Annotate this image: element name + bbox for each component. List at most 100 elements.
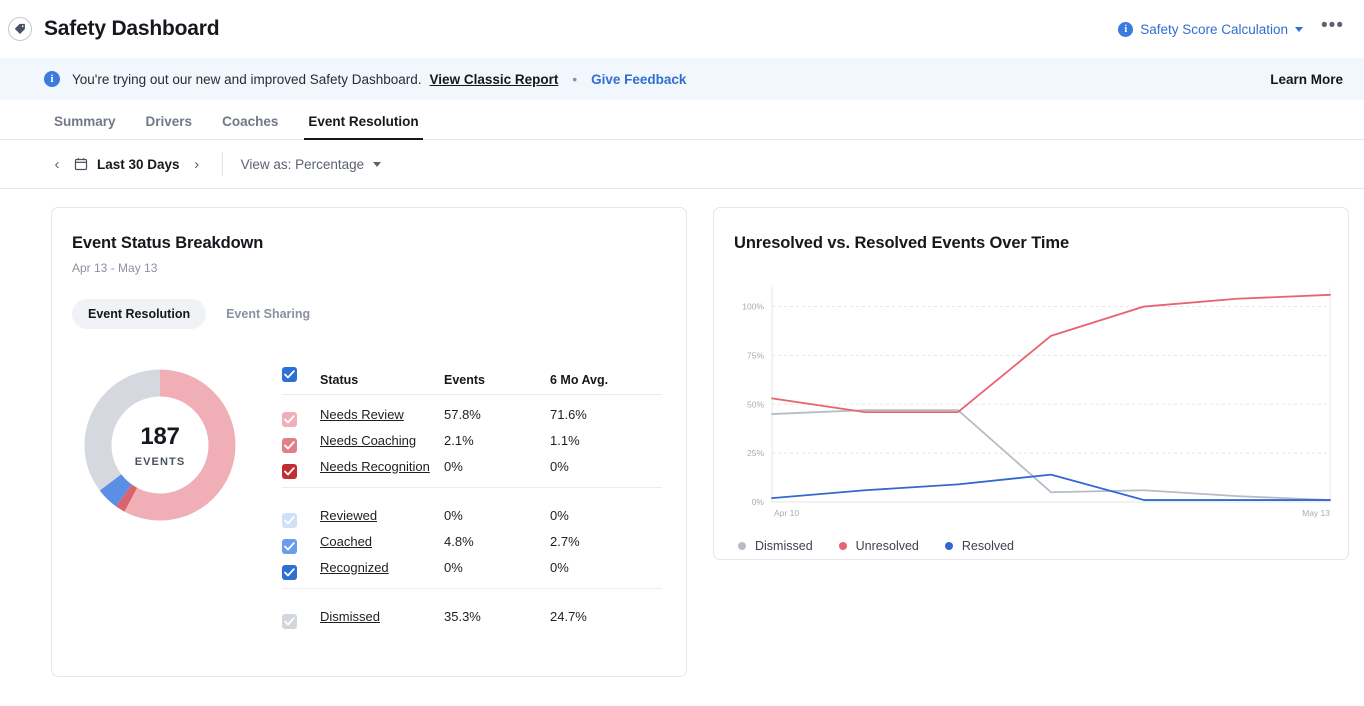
status-group-completed: Reviewed 0% 0% Coached 4.8% 2.7% <box>282 496 662 589</box>
view-classic-report-link[interactable]: View Classic Report <box>430 72 559 87</box>
tab-drivers[interactable]: Drivers <box>144 114 195 139</box>
legend-item-unresolved[interactable]: Unresolved <box>839 539 919 553</box>
row-status-cell: Needs Recognition <box>320 459 444 474</box>
column-status: Status <box>320 373 444 387</box>
row-avg-recognized: 0% <box>550 560 569 575</box>
announcement-banner: i You're trying out our new and improved… <box>0 58 1364 100</box>
row-checkbox-coached[interactable] <box>282 539 297 554</box>
app-header: Safety Dashboard i Safety Score Calculat… <box>0 0 1364 58</box>
row-avg-reviewed: 0% <box>550 508 569 523</box>
safety-score-label: Safety Score Calculation <box>1140 22 1288 37</box>
row-status-cell: Dismissed <box>320 609 444 624</box>
status-group-needs: Needs Review 57.8% 71.6% Needs Coaching … <box>282 395 662 488</box>
tab-event-resolution[interactable]: Event Resolution <box>306 114 420 139</box>
status-link-needs-coaching[interactable]: Needs Coaching <box>320 433 416 448</box>
card-date-subtitle: Apr 13 - May 13 <box>72 261 662 275</box>
info-icon: i <box>44 71 60 87</box>
row-checkbox-needs-recognition[interactable] <box>282 464 297 479</box>
tab-coaches[interactable]: Coaches <box>220 114 280 139</box>
segment-event-sharing[interactable]: Event Sharing <box>210 299 326 329</box>
line-chart-svg: 0%25%50%75%100%Apr 10May 13 <box>734 275 1350 520</box>
tab-summary[interactable]: Summary <box>52 114 118 139</box>
row-avg-needs-coaching: 1.1% <box>550 433 580 448</box>
row-checkbox-needs-review[interactable] <box>282 412 297 427</box>
table-row: Needs Coaching 2.1% 1.1% <box>282 427 662 453</box>
row-events-dismissed: 35.3% <box>444 609 550 624</box>
info-icon: i <box>1118 22 1133 37</box>
row-checkbox-cell <box>282 401 320 427</box>
card-title: Event Status Breakdown <box>72 234 662 253</box>
status-link-dismissed[interactable]: Dismissed <box>320 609 380 624</box>
segment-event-resolution[interactable]: Event Resolution <box>72 299 206 329</box>
learn-more-button[interactable]: Learn More <box>1270 72 1343 87</box>
legend-label-dismissed: Dismissed <box>755 539 813 553</box>
row-checkbox-reviewed[interactable] <box>282 513 297 528</box>
toolbar-divider <box>222 152 223 176</box>
row-status-cell: Needs Review <box>320 407 444 422</box>
table-row: Dismissed 35.3% 24.7% <box>282 603 662 629</box>
row-status-cell: Reviewed <box>320 508 444 523</box>
banner-separator: • <box>572 72 577 87</box>
row-avg-needs-recognition: 0% <box>550 459 569 474</box>
row-checkbox-needs-coaching[interactable] <box>282 438 297 453</box>
chevron-right-icon[interactable]: › <box>186 156 208 173</box>
status-link-coached[interactable]: Coached <box>320 534 372 549</box>
breakdown-body: 187 EVENTS Status Events 6 Mo Avg. <box>72 365 662 645</box>
status-link-needs-recognition[interactable]: Needs Recognition <box>320 459 430 474</box>
calendar-icon <box>74 157 88 171</box>
row-events-needs-coaching: 2.1% <box>444 433 550 448</box>
row-checkbox-cell <box>282 554 320 580</box>
line-chart: 0%25%50%75%100%Apr 10May 13 <box>734 275 1348 525</box>
row-checkbox-cell <box>282 603 320 629</box>
view-as-dropdown[interactable]: View as: Percentage <box>241 157 382 172</box>
row-checkbox-dismissed[interactable] <box>282 614 297 629</box>
legend-dot-unresolved <box>839 542 847 550</box>
row-events-reviewed: 0% <box>444 508 550 523</box>
svg-text:75%: 75% <box>747 350 764 360</box>
row-status-cell: Coached <box>320 534 444 549</box>
select-all-checkbox[interactable] <box>282 367 297 382</box>
give-feedback-link[interactable]: Give Feedback <box>591 72 686 87</box>
safety-score-calculation-button[interactable]: i Safety Score Calculation <box>1118 22 1303 37</box>
date-range-label: Last 30 Days <box>97 157 180 172</box>
banner-message: You're trying out our new and improved S… <box>72 72 422 87</box>
chevron-down-icon <box>1295 27 1303 32</box>
chevron-down-icon <box>373 162 381 167</box>
status-link-reviewed[interactable]: Reviewed <box>320 508 377 523</box>
column-events: Events <box>444 373 550 387</box>
table-row: Needs Review 57.8% 71.6% <box>282 401 662 427</box>
svg-text:50%: 50% <box>747 399 764 409</box>
header-actions: i Safety Score Calculation ••• <box>1118 21 1344 37</box>
row-checkbox-recognized[interactable] <box>282 565 297 580</box>
status-link-recognized[interactable]: Recognized <box>320 560 389 575</box>
row-avg-coached: 2.7% <box>550 534 580 549</box>
chevron-left-icon[interactable]: ‹ <box>46 156 68 173</box>
legend-dot-resolved <box>945 542 953 550</box>
filter-toolbar: ‹ Last 30 Days › View as: Percentage <box>0 140 1364 189</box>
table-row: Needs Recognition 0% 0% <box>282 453 662 479</box>
legend-dot-dismissed <box>738 542 746 550</box>
svg-text:100%: 100% <box>742 302 764 312</box>
legend-item-resolved[interactable]: Resolved <box>945 539 1014 553</box>
row-checkbox-cell <box>282 453 320 479</box>
legend-item-dismissed[interactable]: Dismissed <box>738 539 813 553</box>
breakdown-segment-control: Event Resolution Event Sharing <box>72 299 662 329</box>
status-link-needs-review[interactable]: Needs Review <box>320 407 404 422</box>
row-events-recognized: 0% <box>444 560 550 575</box>
row-status-cell: Recognized <box>320 560 444 575</box>
row-checkbox-cell <box>282 427 320 453</box>
unresolved-vs-resolved-card: Unresolved vs. Resolved Events Over Time… <box>713 207 1349 560</box>
donut-svg <box>80 365 240 525</box>
svg-text:0%: 0% <box>752 497 765 507</box>
kebab-menu-icon[interactable]: ••• <box>1321 21 1344 37</box>
view-as-label: View as: Percentage <box>241 157 365 172</box>
date-range-picker[interactable]: Last 30 Days <box>74 157 180 172</box>
legend-label-unresolved: Unresolved <box>856 539 919 553</box>
brand: Safety Dashboard <box>8 17 219 41</box>
svg-text:Apr 10: Apr 10 <box>774 508 799 518</box>
main-tabs: Summary Drivers Coaches Event Resolution <box>0 100 1364 140</box>
row-events-needs-review: 57.8% <box>444 407 550 422</box>
table-row: Reviewed 0% 0% <box>282 502 662 528</box>
row-events-coached: 4.8% <box>444 534 550 549</box>
status-table: Status Events 6 Mo Avg. Needs Review 57.… <box>272 365 662 645</box>
